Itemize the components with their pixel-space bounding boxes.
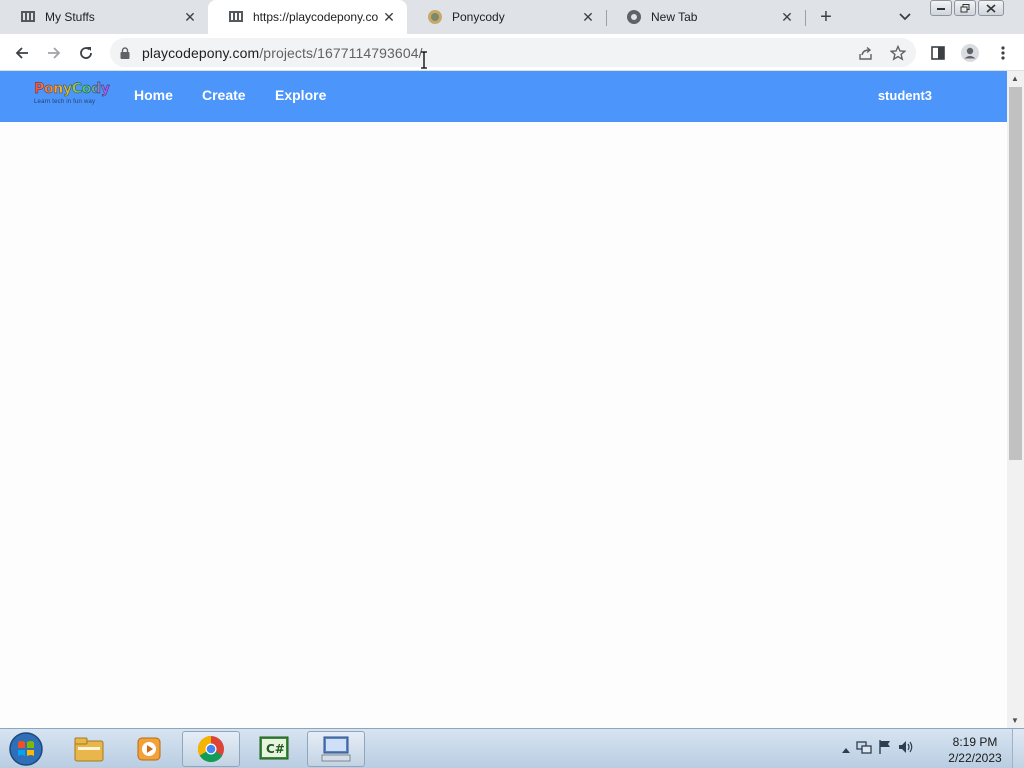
tab-ponycody[interactable]: Ponycody ✕ <box>407 0 606 34</box>
windows-start-orb-icon <box>9 732 43 766</box>
logo-wordmark: PonyCody <box>34 81 110 97</box>
side-panel-icon <box>931 46 945 60</box>
taskbar-chrome[interactable] <box>182 731 240 767</box>
lock-icon[interactable] <box>120 46 130 64</box>
ponycody-logo[interactable]: PonyCody Learn tech in fun way <box>34 80 114 112</box>
tab-new-tab[interactable]: New Tab ✕ <box>606 0 805 34</box>
chrome-icon <box>626 9 642 25</box>
minimize-button[interactable] <box>930 0 952 16</box>
profile-button[interactable] <box>957 40 983 66</box>
taskbar-media-player[interactable] <box>120 731 178 767</box>
back-button[interactable] <box>9 40 35 66</box>
scroll-up-arrow-icon[interactable]: ▲ <box>1011 74 1019 83</box>
tab-title: My Stuffs <box>45 10 95 24</box>
text-cursor-icon <box>419 51 429 74</box>
logo-tagline: Learn tech in fun way <box>34 99 96 105</box>
system-tray <box>842 739 914 759</box>
csharp-ide-icon: C# <box>259 736 289 760</box>
kebab-menu-icon <box>1001 46 1005 60</box>
network-icon[interactable] <box>856 739 872 760</box>
username-menu[interactable]: student3 <box>878 88 932 103</box>
forward-arrow-icon <box>48 47 61 59</box>
ponycody-favicon-icon <box>20 9 36 25</box>
taskbar-explorer[interactable] <box>60 731 118 767</box>
ponycody-favicon-icon <box>228 9 244 25</box>
start-button[interactable] <box>6 731 46 767</box>
reload-icon <box>80 47 92 59</box>
reload-button[interactable] <box>73 40 99 66</box>
tab-playcodepony[interactable]: https://playcodepony.com ✕ <box>208 0 407 34</box>
site-navbar: PonyCody Learn tech in fun way Home Crea… <box>0 71 1007 122</box>
tab-title: Ponycody <box>452 10 505 24</box>
url-path: /projects/1677114793604/ <box>259 45 423 61</box>
chrome-icon <box>197 735 224 763</box>
close-tab-icon[interactable]: ✕ <box>379 7 399 27</box>
project-content-area <box>0 122 1007 728</box>
clock-time: 8:19 PM <box>952 735 998 749</box>
tab-separator <box>606 10 607 26</box>
show-hidden-icons-arrow-icon[interactable] <box>842 740 850 758</box>
url-text[interactable]: playcodepony.com/projects/1677114793604/ <box>142 45 423 61</box>
windows-explorer-icon <box>74 737 104 762</box>
ponycody-round-favicon-icon <box>427 9 443 25</box>
clock-date: 2/22/2023 <box>948 751 1002 765</box>
url-host: playcodepony.com <box>142 45 260 61</box>
side-panel-button[interactable] <box>925 40 951 66</box>
address-bar[interactable]: playcodepony.com/projects/1677114793604/ <box>110 38 916 67</box>
svg-text:C#: C# <box>266 742 285 756</box>
scroll-down-arrow-icon[interactable]: ▼ <box>1011 716 1019 725</box>
volume-icon[interactable] <box>898 739 914 760</box>
logo-name: PonyCody <box>34 80 114 98</box>
taskbar-remote-desktop[interactable] <box>307 731 365 767</box>
bookmark-star-icon[interactable] <box>887 42 909 64</box>
tab-title: https://playcodepony.com <box>253 10 379 24</box>
media-player-icon <box>137 737 161 761</box>
taskbar-csharp-ide[interactable]: C# <box>245 731 303 767</box>
window-controls <box>928 0 1004 18</box>
back-arrow-icon <box>15 47 28 59</box>
close-tab-icon[interactable]: ✕ <box>578 7 598 27</box>
show-desktop-button[interactable] <box>1012 729 1024 768</box>
browser-menu-button[interactable] <box>990 40 1016 66</box>
action-center-flag-icon[interactable] <box>878 739 892 760</box>
nav-create-link[interactable]: Create <box>202 87 246 103</box>
close-tab-icon[interactable]: ✕ <box>777 7 797 27</box>
tab-title: New Tab <box>651 10 698 24</box>
tab-search-chevron-icon[interactable] <box>894 6 916 28</box>
tab-my-stuffs[interactable]: My Stuffs ✕ <box>0 0 208 34</box>
forward-button[interactable] <box>41 40 67 66</box>
taskbar-clock[interactable]: 8:19 PM 2/22/2023 <box>940 734 1010 766</box>
browser-toolbar: playcodepony.com/projects/1677114793604/ <box>0 34 1024 71</box>
tab-strip: My Stuffs ✕ https://playcodepony.com ✕ P… <box>0 0 1024 34</box>
nav-explore-link[interactable]: Explore <box>275 87 326 103</box>
remote-desktop-icon <box>321 736 351 762</box>
tab-separator <box>805 10 806 26</box>
restore-button[interactable] <box>954 0 976 16</box>
scrollbar-thumb[interactable] <box>1009 87 1022 460</box>
close-tab-icon[interactable]: ✕ <box>180 7 200 27</box>
nav-home-link[interactable]: Home <box>134 87 173 103</box>
profile-avatar-icon <box>961 44 979 62</box>
new-tab-button[interactable]: + <box>814 5 838 29</box>
close-window-button[interactable] <box>978 0 1004 16</box>
share-icon[interactable] <box>855 42 877 64</box>
windows-taskbar: C# 8:19 PM 2/22/2023 <box>0 728 1024 768</box>
page-viewport: PonyCody Learn tech in fun way Home Crea… <box>0 71 1007 728</box>
page-scrollbar[interactable]: ▲ ▼ <box>1007 71 1024 728</box>
